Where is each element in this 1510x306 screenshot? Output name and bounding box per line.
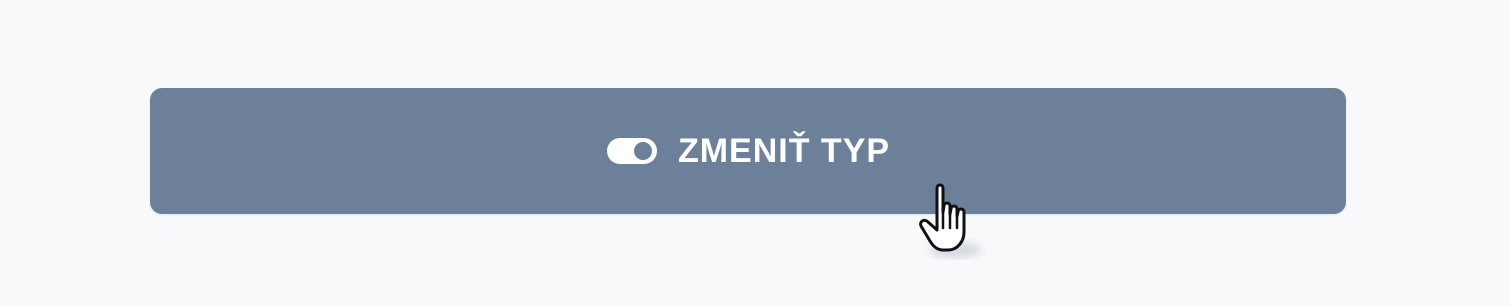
change-type-button[interactable]: ZMENIŤ TYP bbox=[150, 88, 1346, 214]
button-content: ZMENIŤ TYP bbox=[606, 134, 890, 168]
toggle-icon bbox=[606, 137, 658, 165]
page: ZMENIŤ TYP bbox=[0, 0, 1510, 306]
change-type-label: ZMENIŤ TYP bbox=[677, 132, 891, 170]
